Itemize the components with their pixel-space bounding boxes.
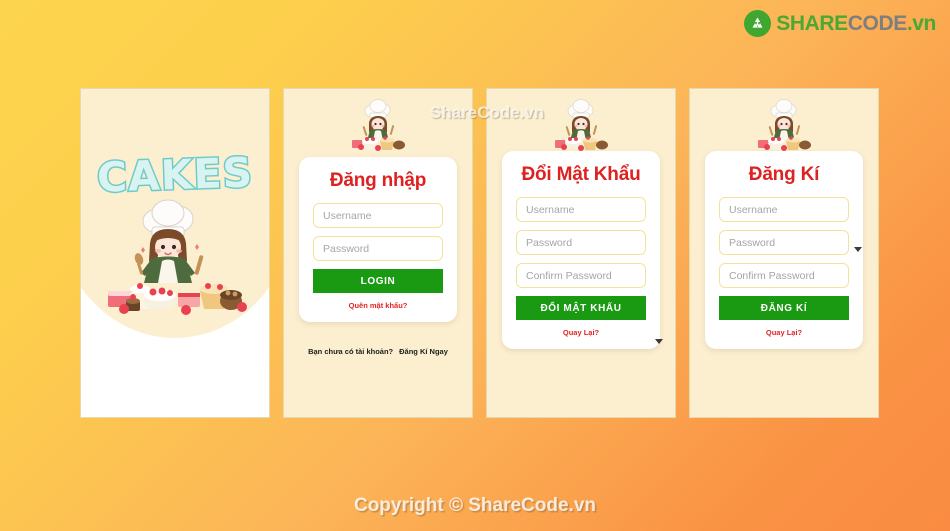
screen-splash: CAKES: [80, 88, 270, 418]
chef-girl-with-cakes-illustration: [108, 199, 247, 315]
register-password-input[interactable]: [719, 230, 849, 255]
register-submit-button[interactable]: ĐĂNG KÍ: [719, 296, 849, 320]
login-register-prompt: Bạn chưa có tài khoản? Đăng Kí Ngay: [284, 347, 472, 356]
change-password-title: Đổi Mật Khẩu: [521, 164, 641, 185]
chef-girl-logo: [555, 99, 608, 151]
chef-girl-logo: [758, 99, 811, 151]
no-account-text: Bạn chưa có tài khoản?: [308, 347, 394, 356]
sharecode-logo: SHARECODE.vn: [744, 10, 936, 37]
app-title-cakes: CAKES: [95, 147, 256, 203]
screen-register: Đăng Kí ĐĂNG KÍ Quay Lại?: [689, 88, 879, 418]
change-password-card: Đổi Mật Khẩu ĐỔI MẬT KHẨU Quay Lại?: [502, 151, 663, 349]
screen-change-password: Đổi Mật Khẩu ĐỔI MẬT KHẨU Quay Lại?: [486, 88, 676, 418]
chef-girl-logo: [352, 99, 405, 151]
change-back-link[interactable]: Quay Lại?: [516, 328, 646, 337]
login-card: Đăng nhập LOGIN Quên mật khẩu?: [299, 157, 457, 322]
footer-copyright: Copyright © ShareCode.vn: [353, 495, 597, 516]
logo-text-vn: .vn: [906, 12, 937, 35]
register-card: Đăng Kí ĐĂNG KÍ Quay Lại?: [705, 151, 863, 349]
register-confirm-password-input[interactable]: [719, 263, 849, 288]
cursor-artifact-icon: [854, 247, 862, 252]
register-now-link[interactable]: Đăng Kí Ngay: [399, 347, 448, 356]
screen-mockups-row: CAKES Đăng nhập Username LOGIN Quên mật …: [80, 88, 879, 418]
login-username-input[interactable]: [313, 203, 443, 228]
sharecode-wordmark: SHARECODE.vn: [776, 13, 936, 34]
screen-login: Đăng nhập LOGIN Quên mật khẩu? Bạn chưa …: [283, 88, 473, 418]
logo-text-code: CODE: [847, 12, 907, 35]
change-password-input[interactable]: [516, 230, 646, 255]
login-submit-button[interactable]: LOGIN: [313, 269, 443, 293]
register-back-link[interactable]: Quay Lại?: [719, 328, 849, 337]
register-title: Đăng Kí: [748, 164, 820, 185]
login-password-input[interactable]: [313, 236, 443, 261]
login-title: Đăng nhập: [329, 170, 427, 191]
change-password-submit-button[interactable]: ĐỔI MẬT KHẨU: [516, 296, 646, 320]
change-confirm-password-input[interactable]: [516, 263, 646, 288]
cursor-artifact-icon: [655, 339, 663, 344]
recycle-circle-icon: [744, 10, 772, 37]
change-username-input[interactable]: [516, 197, 646, 222]
forgot-password-link[interactable]: Quên mật khẩu?: [313, 301, 443, 310]
logo-text-share: SHARE: [776, 12, 848, 35]
register-username-input[interactable]: [719, 197, 849, 222]
